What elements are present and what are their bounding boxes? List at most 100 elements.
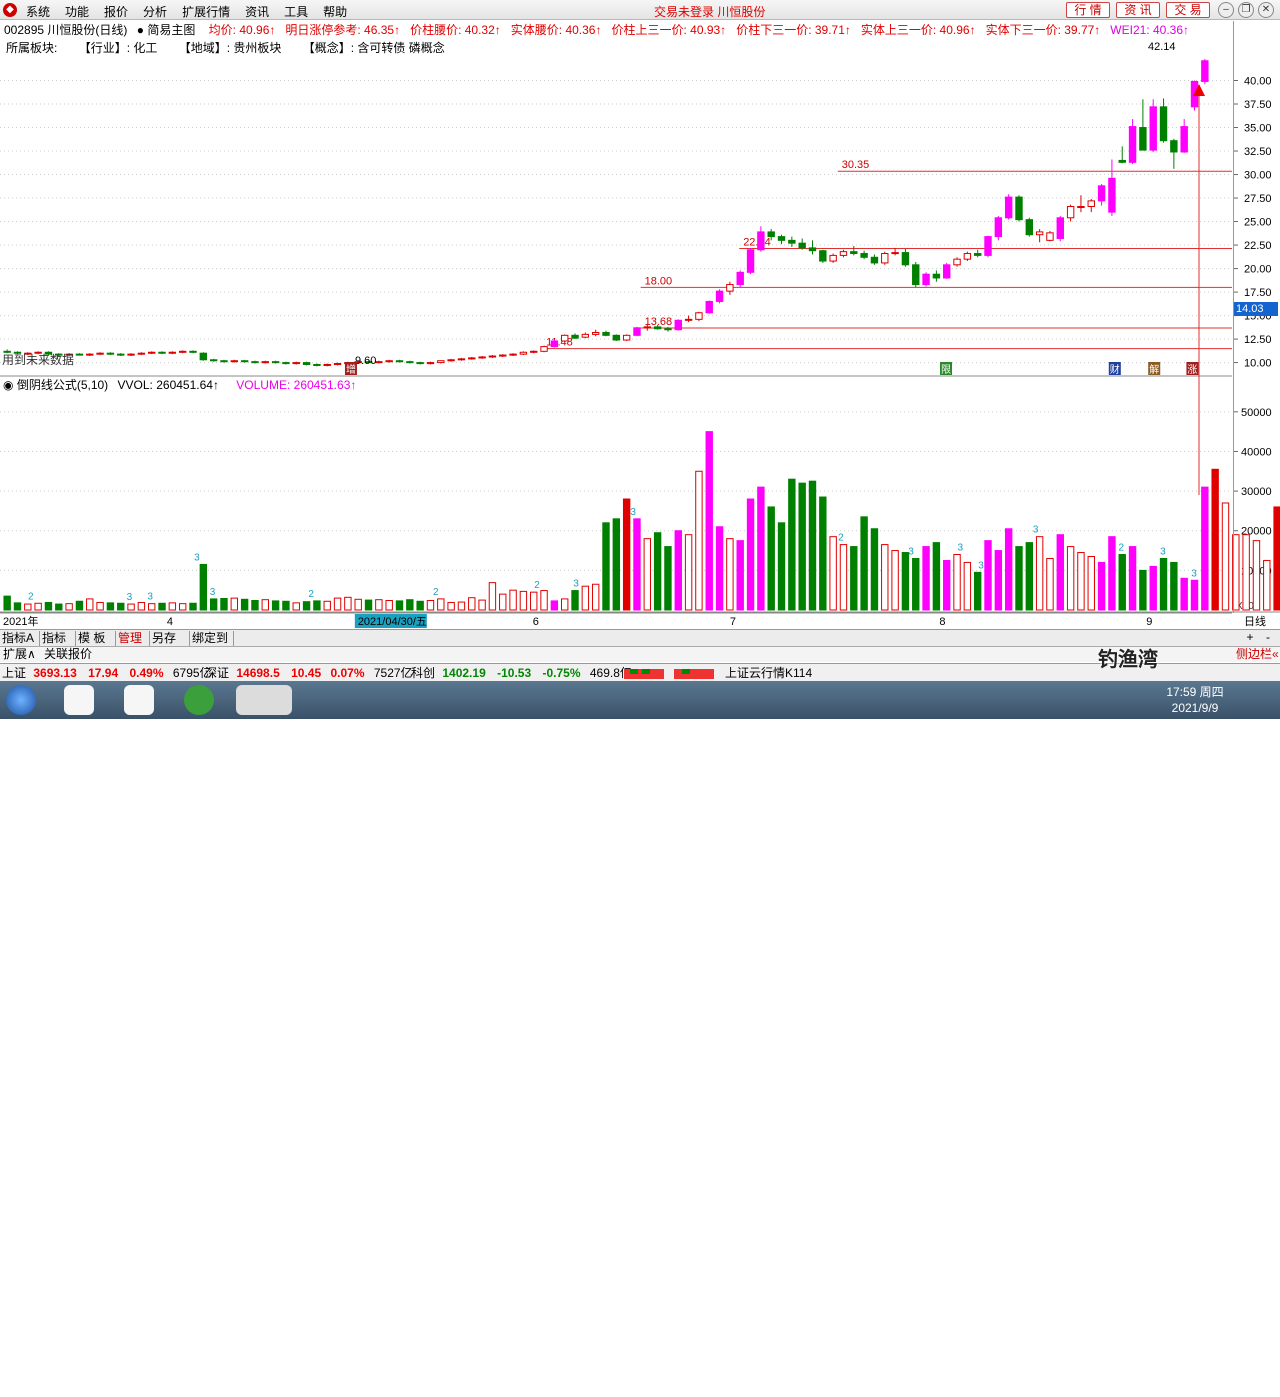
- volume-bar: [705, 431, 713, 611]
- candle-body: [736, 271, 744, 286]
- candle-body: [189, 350, 197, 353]
- tab-4[interactable]: 另存为: [150, 631, 190, 660]
- x-axis-label: 9: [1146, 616, 1152, 628]
- candle-body: [406, 361, 414, 364]
- volume-annotation: 3: [630, 507, 636, 518]
- volume-bar: [251, 599, 259, 611]
- volume-bar: [1004, 528, 1013, 611]
- candle-body: [1139, 127, 1147, 151]
- tab-0[interactable]: 指标A: [0, 631, 40, 646]
- sidebar-toggle[interactable]: 侧边栏«: [1236, 647, 1279, 662]
- candle-body: [922, 273, 930, 286]
- volume-bar: [271, 600, 280, 611]
- volume-bar: [1180, 577, 1188, 611]
- volume-bar: [148, 603, 156, 611]
- candle-body: [1201, 60, 1209, 82]
- candle-body: [457, 358, 466, 361]
- start-icon[interactable]: [6, 685, 36, 715]
- volume-bar: [1170, 561, 1178, 611]
- candle-body: [788, 239, 796, 244]
- candle-body: [860, 253, 868, 258]
- volume-bar: [385, 599, 393, 611]
- sz-index[interactable]: 深证 14698.5 10.45 0.07% 7527亿: [205, 664, 413, 682]
- support-label: 18.00: [645, 275, 673, 287]
- candle-body: [509, 353, 517, 356]
- volume-bar: [447, 601, 455, 611]
- candle-body: [829, 254, 837, 262]
- tab-3[interactable]: 管理: [116, 631, 150, 646]
- volume-bar: [736, 540, 744, 611]
- tab-5[interactable]: 绑定到: [190, 631, 234, 646]
- volume-bar: [1128, 546, 1137, 611]
- candle-body: [271, 361, 280, 364]
- watermark-text: 钓渔湾: [1098, 649, 1158, 671]
- volume-bar: [953, 554, 961, 611]
- volume-bar: [364, 599, 373, 611]
- candle-body: [633, 327, 641, 336]
- support-label: 11.48: [546, 337, 573, 349]
- candle-body: [1015, 196, 1023, 221]
- collapse-icon[interactable]: ◉: [3, 378, 13, 392]
- volume-annotation: 3: [978, 560, 984, 571]
- candle-body: [302, 362, 311, 365]
- volume-bar: [684, 534, 693, 611]
- candle-body: [612, 334, 621, 341]
- refresh-app-icon[interactable]: [184, 685, 214, 715]
- volume-bar: [850, 546, 858, 611]
- candle-body: [643, 326, 651, 329]
- volume-bar: [1118, 554, 1126, 611]
- sh-index[interactable]: 上证 3693.13 17.94 0.49% 6795亿: [2, 664, 212, 682]
- candle-body: [839, 251, 848, 256]
- candle-body: [395, 360, 404, 363]
- volume-bar: [323, 600, 331, 611]
- expand-button[interactable]: 扩展∧: [3, 647, 36, 662]
- photos-icon[interactable]: [124, 685, 154, 715]
- volume-bar: [1221, 502, 1230, 611]
- zoom-out-icon[interactable]: -: [1260, 630, 1276, 644]
- event-badge-label: 财: [1110, 363, 1120, 376]
- candle-body: [932, 273, 941, 279]
- volume-bar: [561, 598, 569, 611]
- event-badge-label: 增: [346, 363, 356, 376]
- candle-body: [953, 258, 961, 266]
- volume-bar: [24, 603, 32, 611]
- candle-body: [664, 328, 672, 331]
- candle-body: [705, 300, 713, 314]
- volume-bar: [282, 600, 290, 611]
- kc-index[interactable]: 科创 1402.19 -10.53 -0.75% 469.8亿: [411, 664, 632, 682]
- stock-app-icon[interactable]: [236, 685, 292, 715]
- volume-value: VOLUME: 260451.63↑: [236, 378, 357, 392]
- volume-bar: [653, 532, 662, 611]
- browser-icon[interactable]: [64, 685, 94, 715]
- candle-body: [1035, 231, 1044, 236]
- volume-bar: [333, 597, 342, 611]
- volume-bar: [571, 590, 579, 611]
- volume-annotation: 2: [433, 587, 439, 598]
- sh-name: 上证: [2, 666, 27, 680]
- volume-bar: [55, 603, 63, 611]
- candle-body: [912, 264, 920, 286]
- expand-row: 扩展∧ 关联报价 侧边栏«: [0, 646, 1280, 662]
- volume-bar: [1015, 546, 1023, 611]
- volume-bar: [757, 486, 765, 611]
- sh-price: 3693.13: [33, 666, 77, 680]
- volume-annotation: 2: [28, 591, 34, 602]
- candle-body: [199, 352, 208, 361]
- cloud-quote[interactable]: 上证云行情K114: [725, 664, 812, 682]
- clock[interactable]: 17:59 周四 2021/9/9: [1165, 684, 1225, 716]
- tab-1[interactable]: 指标B: [40, 631, 76, 660]
- sz-chg: 10.45: [291, 666, 322, 680]
- volume-bar: [777, 522, 786, 611]
- cpu-temp: 37℃ CPU温度: [750, 1365, 812, 1397]
- last-price-label: 42.14: [1148, 41, 1176, 53]
- kline-chart[interactable]: 40.0037.5035.0032.5030.0027.5025.0022.50…: [0, 0, 1280, 629]
- candle-body: [96, 352, 104, 355]
- event-badge-label: 涨: [1187, 364, 1197, 376]
- volume-bar: [1056, 534, 1064, 611]
- related-quote-button[interactable]: 关联报价: [44, 647, 92, 662]
- tab-2[interactable]: 模 板: [76, 631, 116, 646]
- sz-price: 14698.5: [236, 666, 280, 680]
- zoom-in-icon[interactable]: +: [1242, 630, 1258, 644]
- volume-bar: [189, 602, 197, 611]
- candle-body: [984, 236, 992, 256]
